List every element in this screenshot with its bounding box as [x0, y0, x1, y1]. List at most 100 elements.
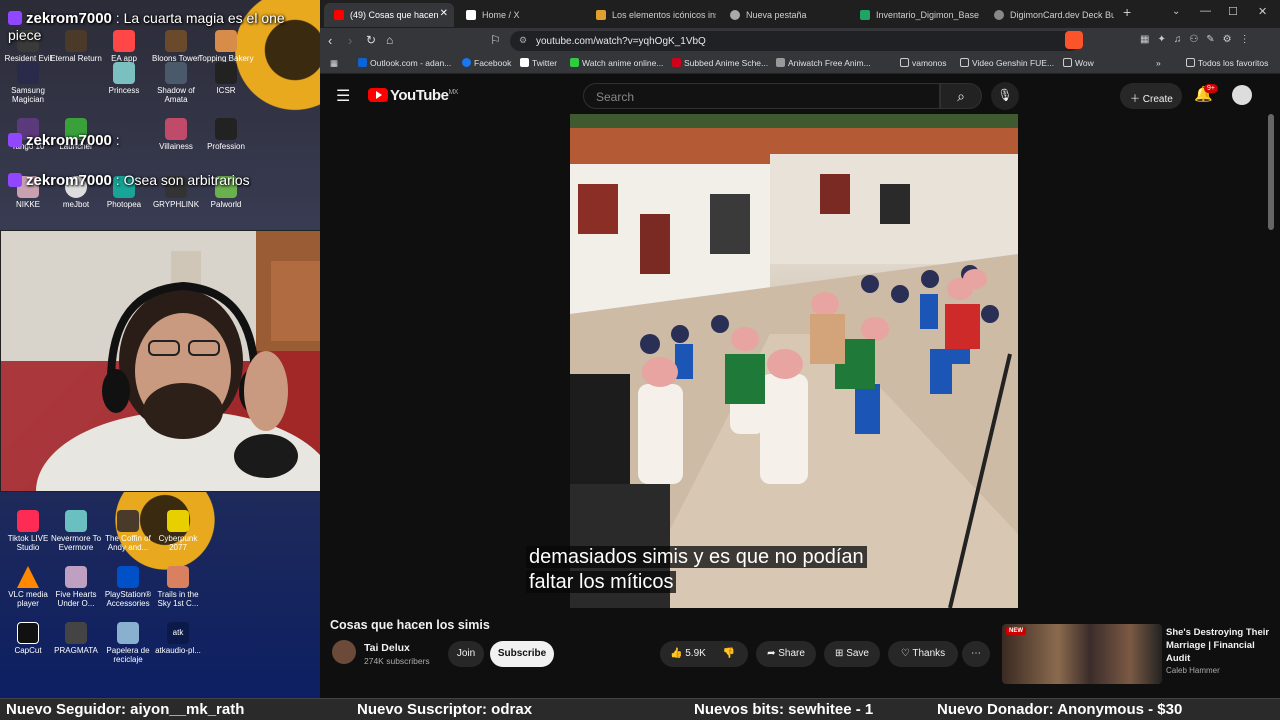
create-button[interactable]: ＋ Create — [1120, 83, 1182, 109]
bookmarks-bar: ▦ Outlook.com - adan... Facebook Twitter… — [320, 54, 1280, 74]
new-tab-button[interactable]: + — [1123, 4, 1131, 20]
recycle-bin-icon[interactable]: Papelera de reciclaje — [100, 622, 156, 664]
bookmark-folder-wow[interactable]: Wow — [1063, 58, 1094, 68]
tab-inventario[interactable]: Inventario_Digimon_Base - — [850, 3, 980, 27]
thanks-icon: ♡ — [900, 648, 910, 659]
outlook-icon — [358, 58, 367, 67]
search-input[interactable]: Search — [583, 83, 940, 109]
recommended-thumbnail[interactable]: NEW — [1002, 624, 1162, 684]
ticker-new-donation: Nuevo Donador: Anonymous - $30 — [937, 701, 1183, 718]
thumbs-up-icon: 👍 — [670, 648, 683, 659]
webcam-feed — [0, 230, 356, 492]
forward-arrow-icon[interactable]: › — [348, 33, 352, 48]
desktop-icon[interactable]: Nevermore To Evermore — [48, 510, 104, 552]
desktop-icon[interactable]: Shadow of Amata — [148, 62, 204, 104]
page-scrollbar[interactable] — [1268, 114, 1274, 230]
video-title: Cosas que hacen los simis — [330, 618, 490, 632]
chat-username: zekrom7000 — [26, 172, 112, 189]
desktop-icon[interactable]: Princess — [96, 62, 152, 95]
anime-schedule-icon — [672, 58, 681, 67]
account-avatar[interactable] — [1232, 85, 1252, 105]
brave-shields-icon[interactable] — [1065, 31, 1083, 49]
youtube-play-icon — [368, 88, 388, 102]
tab-search-chevron-icon[interactable]: ⌄ — [1172, 6, 1180, 17]
thanks-button[interactable]: ♡ Thanks — [888, 641, 958, 667]
share-button[interactable]: ➦ Share — [756, 641, 816, 667]
chat-message: zekrom7000 : — [8, 132, 308, 149]
desktop-icon[interactable]: PlayStation® Accessories — [100, 566, 156, 608]
site-info-icon[interactable]: ⚙ — [519, 35, 527, 46]
minimize-button[interactable]: — — [1200, 5, 1211, 17]
bookmark-facebook[interactable]: Facebook — [462, 58, 511, 68]
recommended-video[interactable]: NEW She's Destroying Their Marriage | Fi… — [1002, 624, 1272, 684]
bookmark-icon[interactable]: ⚐ — [490, 33, 501, 47]
subtitle-line: demasiados simis y es que no podían — [526, 546, 867, 568]
desktop-icon[interactable]: Cyberpunk 2077 — [150, 510, 206, 552]
close-tab-icon[interactable]: ✕ — [440, 8, 448, 19]
save-icon: ⊞ — [835, 648, 844, 659]
ticker-new-subscriber: Nuevo Suscriptor: odrax — [357, 701, 533, 718]
video-player[interactable] — [570, 114, 1018, 608]
bookmark-aniwatch[interactable]: Aniwatch Free Anim... — [776, 58, 871, 68]
youtube-favicon-icon — [334, 10, 344, 20]
tab-new[interactable]: Nueva pestaña — [720, 3, 848, 27]
search-button[interactable]: ⌕ — [940, 83, 982, 109]
desktop-icon[interactable]: atk atkaudio-pl... — [150, 622, 206, 655]
channel-name[interactable]: Tai Delux — [364, 642, 410, 654]
subscriber-count: 274K subscribers — [364, 656, 430, 666]
brave-favicon-icon — [730, 10, 740, 20]
close-window-button[interactable]: ✕ — [1258, 5, 1267, 18]
extensions-toolbar[interactable]: ▦✦♫⚇✎⚙⋮ — [1140, 34, 1270, 48]
apps-grid-icon[interactable]: ▦ — [330, 58, 338, 69]
youtube-logo[interactable]: YouTubeMX — [368, 87, 458, 104]
tab-bar: (49) Cosas que hacen ✕ Home / X Los elem… — [320, 0, 1280, 28]
back-arrow-icon[interactable]: ‹ — [328, 33, 332, 48]
recommended-title[interactable]: She's Destroying Their Marriage | Financ… — [1166, 626, 1272, 665]
chat-username: zekrom7000 — [26, 132, 112, 149]
bookmark-watch-anime[interactable]: Watch anime online... — [570, 58, 663, 68]
stream-alerts-ticker: Nuevo Seguidor: aiyon__mk_rath Nuevo Sus… — [0, 698, 1280, 720]
tab-digimoncard[interactable]: DigimonCard.dev Deck Buil — [984, 3, 1114, 27]
join-button[interactable]: Join — [448, 641, 484, 667]
desktop-icon[interactable]: Five Hearts Under O... — [48, 566, 104, 608]
hamburger-menu-icon[interactable]: ☰ — [336, 86, 350, 106]
new-badge: NEW — [1006, 627, 1026, 635]
twitch-icon — [8, 133, 22, 147]
dislike-button[interactable]: 👎 — [723, 648, 735, 659]
bookmark-outlook[interactable]: Outlook.com - adan... — [358, 58, 451, 68]
desktop-icon[interactable]: Samsung Magician — [0, 62, 56, 104]
sheets-favicon-icon — [860, 10, 870, 20]
bookmark-folder-all[interactable]: Todos los favoritos — [1186, 58, 1268, 68]
desktop-icon[interactable]: Trails in the Sky 1st C... — [150, 566, 206, 608]
share-icon: ➦ — [767, 648, 776, 659]
channel-avatar[interactable] — [332, 640, 356, 664]
page-favicon-icon — [596, 10, 606, 20]
bookmark-subbed-anime[interactable]: Subbed Anime Sche... — [672, 58, 768, 68]
chat-message: zekrom7000 : La cuarta magia es el one p… — [8, 10, 308, 43]
maximize-button[interactable]: ☐ — [1228, 5, 1238, 18]
reload-icon[interactable]: ↻ — [366, 33, 376, 47]
tab-elementos[interactable]: Los elementos icónicos insp — [586, 3, 716, 27]
x-favicon-icon — [466, 10, 476, 20]
tab-youtube[interactable]: (49) Cosas que hacen ✕ — [324, 3, 454, 27]
like-button[interactable]: 👍 5.9K — [670, 648, 706, 659]
desktop-icon[interactable]: PRAGMATA — [48, 622, 104, 655]
anime-site-icon — [570, 58, 579, 67]
bookmark-twitter[interactable]: Twitter — [520, 58, 557, 68]
recommended-channel[interactable]: Caleb Hammer — [1166, 666, 1220, 675]
subscribe-button[interactable]: Subscribe — [490, 641, 554, 667]
ticker-new-bits: Nuevos bits: sewhitee - 1 — [694, 701, 874, 718]
more-actions-icon[interactable]: ⋯ — [962, 641, 990, 667]
bookmark-folder-genshin[interactable]: Video Genshin FUE... — [960, 58, 1054, 68]
more-bookmarks-chevron-icon[interactable]: » — [1156, 58, 1161, 68]
save-button[interactable]: ⊞ Save — [824, 641, 880, 667]
url-input[interactable]: ⚙ youtube.com/watch?v=yqhOgK_1VbQ — [510, 31, 1080, 51]
chat-message: zekrom7000 : Osea son arbitrarios — [8, 172, 308, 189]
voice-search-mic-icon[interactable]: 🎙 — [991, 82, 1019, 110]
desktop-icon[interactable]: The Coffin of Andy and... — [100, 510, 156, 552]
bookmark-folder-vamonos[interactable]: vamonos — [900, 58, 947, 68]
desktop-icon[interactable]: ICSR — [198, 62, 254, 95]
home-icon[interactable]: ⌂ — [386, 33, 393, 47]
thumbs-down-icon: 👎 — [722, 648, 736, 659]
tab-x[interactable]: Home / X — [456, 3, 584, 27]
